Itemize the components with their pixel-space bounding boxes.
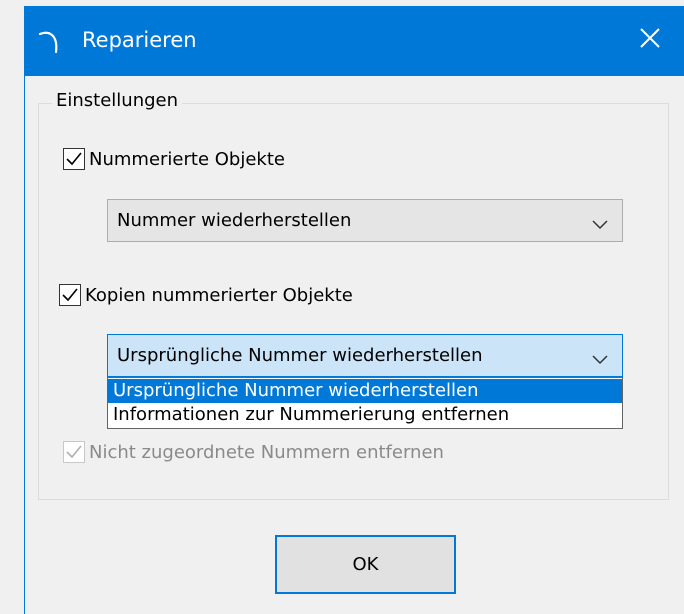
close-icon[interactable] [636, 24, 664, 52]
copies-dropdown-list: Ursprüngliche Nummer wiederherstellen In… [107, 377, 623, 429]
checkmark-icon [62, 288, 78, 302]
numbered-objects-checkbox[interactable]: Nummerierte Objekte [63, 148, 285, 170]
copies-numbered-objects-checkbox[interactable]: Kopien nummerierter Objekte [59, 284, 353, 306]
checkbox-box[interactable] [59, 284, 81, 306]
window-title: Reparieren [82, 28, 197, 52]
dropdown-option[interactable]: Ursprüngliche Nummer wiederherstellen [108, 379, 622, 403]
app-swoosh-icon [38, 28, 62, 54]
settings-group-label: Einstellungen [52, 89, 183, 113]
remove-unassigned-numbers-checkbox[interactable]: Nicht zugeordnete Nummern entfernen [63, 441, 444, 463]
numbered-objects-combo[interactable]: Nummer wiederherstellen [107, 199, 623, 242]
copies-numbered-objects-label: Kopien nummerierter Objekte [85, 284, 353, 306]
remove-unassigned-numbers-label: Nicht zugeordnete Nummern entfernen [89, 441, 444, 463]
checkbox-box[interactable] [63, 148, 85, 170]
dropdown-option[interactable]: Informationen zur Nummerierung entfernen [108, 403, 622, 427]
chevron-down-icon [592, 349, 608, 370]
title-bar: Reparieren [24, 6, 684, 76]
copies-numbered-objects-combo-value: Ursprüngliche Nummer wiederherstellen [117, 345, 483, 366]
checkbox-box[interactable] [63, 441, 85, 463]
numbered-objects-label: Nummerierte Objekte [89, 148, 285, 170]
chevron-down-icon [592, 214, 608, 235]
checkmark-icon [66, 152, 82, 166]
ok-button[interactable]: OK [275, 535, 456, 594]
numbered-objects-combo-value: Nummer wiederherstellen [117, 210, 352, 231]
copies-numbered-objects-combo[interactable]: Ursprüngliche Nummer wiederherstellen [107, 334, 623, 377]
repair-dialog: Reparieren Einstellungen Nummerierte Obj… [0, 0, 684, 614]
checkmark-icon [66, 445, 82, 459]
